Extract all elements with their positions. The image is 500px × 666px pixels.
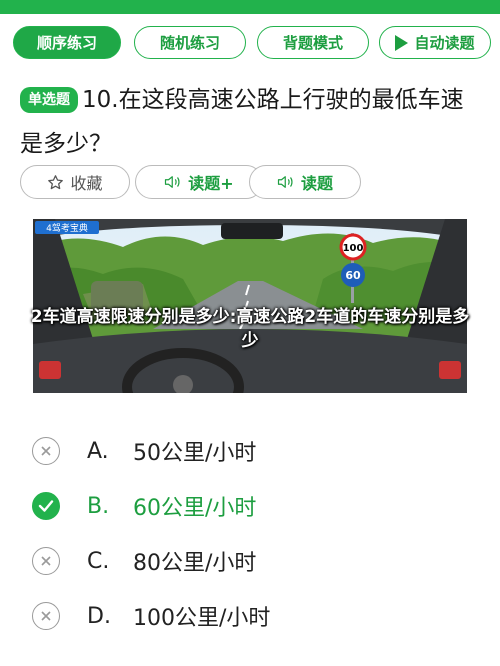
tab-label: 顺序练习 (36, 34, 97, 52)
x-icon (32, 437, 60, 465)
option-letter: C. (87, 548, 110, 574)
favorite-label: 收藏 (70, 174, 103, 193)
read-plus-label: 读题+ (188, 174, 234, 193)
question-actions: 收藏 读题+ 读题 (20, 165, 480, 199)
option-letter: D. (87, 603, 111, 629)
option-letter: A. (87, 438, 109, 464)
x-icon (32, 547, 60, 575)
option-a[interactable]: A. 50公里/小时 (0, 427, 500, 475)
option-text: 100公里/小时 (133, 606, 271, 631)
question-type-badge: 单选题 (20, 87, 78, 113)
option-letter: B. (87, 493, 110, 519)
option-c[interactable]: C. 80公里/小时 (0, 537, 500, 585)
read-label: 读题 (300, 174, 333, 193)
question-stem: 单选题 10.在这段高速公路上行驶的最低车速是多少？ (20, 78, 485, 166)
tab-label: 随机练习 (159, 34, 220, 52)
mode-tabs: 顺序练习 随机练习 背题模式 自动读题 (0, 26, 500, 60)
minimum-speed-sign: 60 (345, 269, 361, 282)
speed-limit-sign: 100 (343, 243, 364, 254)
option-b[interactable]: B. 60公里/小时 (0, 482, 500, 530)
question-text: 10.在这段高速公路上行驶的最低车速是多少？ (20, 87, 464, 157)
tab-label: 自动读题 (414, 34, 475, 52)
option-text: 50公里/小时 (133, 441, 257, 466)
read-button[interactable]: 读题 (249, 165, 361, 199)
option-text: 60公里/小时 (133, 496, 257, 521)
speaker-icon (277, 174, 295, 190)
tab-random-practice[interactable]: 随机练习 (134, 26, 246, 59)
option-text: 80公里/小时 (133, 551, 257, 576)
favorite-button[interactable]: 收藏 (20, 165, 130, 199)
tab-auto-read[interactable]: 自动读题 (379, 26, 491, 59)
speaker-icon (164, 174, 182, 190)
tab-memorize-mode[interactable]: 背题模式 (257, 26, 369, 59)
image-caption-overlay: 2车道高速限速分别是多少:高速公路2车道的车速分别是多少 (30, 307, 470, 351)
watermark-logo: 4驾考宝典 (46, 222, 88, 234)
star-icon (47, 174, 64, 191)
play-icon (395, 34, 409, 51)
read-plus-button[interactable]: 读题+ (135, 165, 263, 199)
tab-sequential-practice[interactable]: 顺序练习 (13, 26, 121, 59)
option-d[interactable]: D. 100公里/小时 (0, 592, 500, 640)
tab-label: 背题模式 (282, 34, 343, 52)
x-icon (32, 602, 60, 630)
top-header-bar (0, 0, 500, 14)
check-icon (32, 492, 60, 520)
